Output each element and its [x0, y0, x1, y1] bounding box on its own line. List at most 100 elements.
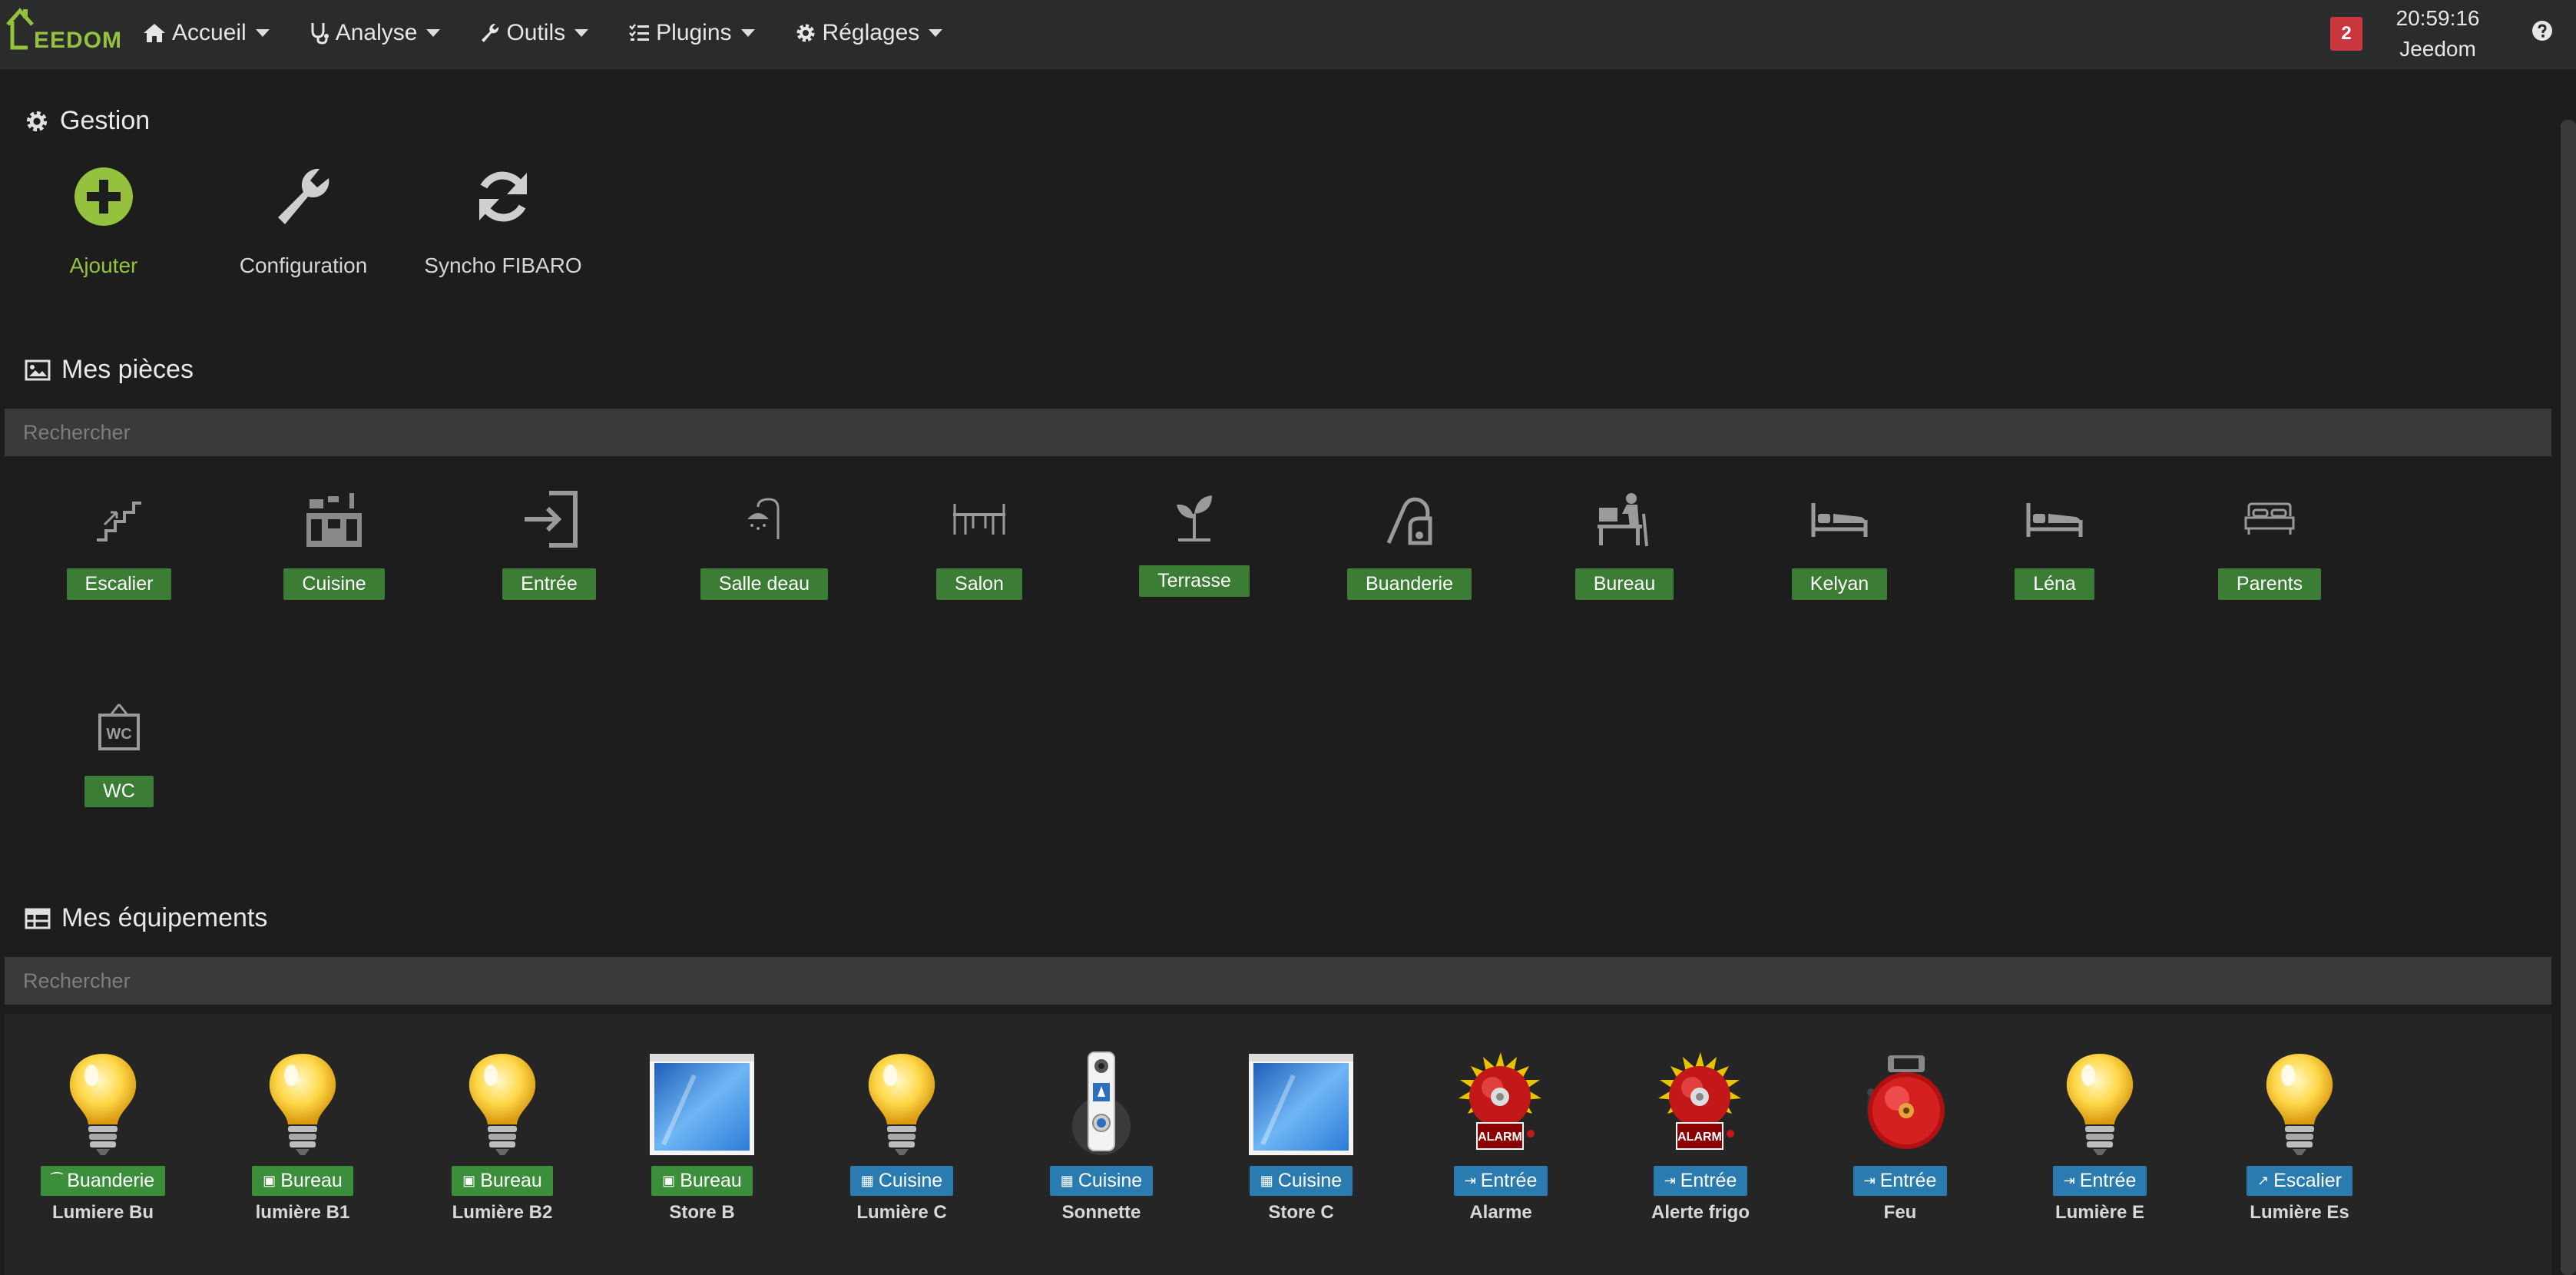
- navbar: EEDOM Accueil Analyse Outils Plugins Rég…: [0, 0, 2576, 69]
- equipment-room-tag[interactable]: ▣ Bureau: [252, 1166, 353, 1196]
- table-grid-icon: [25, 908, 51, 929]
- equipment-room-tag[interactable]: ▣ Bureau: [452, 1166, 553, 1196]
- equipment-name: Sonnette: [1061, 1202, 1141, 1223]
- image-icon: [25, 359, 51, 380]
- equipment-card-feu[interactable]: ⇥ Entrée Feu: [1816, 1043, 1985, 1224]
- equipment-room-tag[interactable]: ⇥ Entrée: [2052, 1166, 2147, 1196]
- vacuum-icon: ⁀: [51, 1173, 63, 1188]
- equipment-room-label: Cuisine: [1277, 1170, 1343, 1191]
- main-menu: Accueil Analyse Outils Plugins Réglages: [143, 0, 982, 66]
- equipment-card-lumiere-es[interactable]: ↗ Escalier Lumière Es: [2215, 1043, 2384, 1224]
- equipment-card-store-b[interactable]: ▣ Bureau Store B: [618, 1043, 786, 1224]
- menu-reglages[interactable]: Réglages: [795, 20, 943, 46]
- equipment-room-tag[interactable]: ▦ Cuisine: [1249, 1166, 1353, 1196]
- equipment-card-lumiere-c[interactable]: ▦ Cuisine Lumière C: [817, 1043, 986, 1224]
- room-label: WC: [84, 776, 154, 807]
- chevron-down-icon: [426, 29, 441, 37]
- equipment-card-lumiere-e[interactable]: ⇥ Entrée Lumière E: [2015, 1043, 2184, 1224]
- room-kelyan[interactable]: Kelyan: [1763, 481, 1916, 600]
- room-buanderie[interactable]: Buanderie: [1333, 481, 1486, 600]
- room-cuisine[interactable]: Cuisine: [257, 481, 411, 600]
- equipments-search-input[interactable]: [5, 957, 2551, 1005]
- room-escalier[interactable]: Escalier: [42, 481, 196, 600]
- clock-time: 20:59:16: [2396, 6, 2480, 30]
- equipment-card-alarme[interactable]: ALARM ⇥ Entrée Alarme: [1416, 1043, 1585, 1224]
- equipment-room-tag[interactable]: ⇥ Entrée: [1853, 1166, 1948, 1196]
- room-wc[interactable]: WC WC: [42, 688, 196, 807]
- menu-plugins[interactable]: Plugins: [628, 20, 755, 46]
- room-terrasse[interactable]: Terrasse: [1117, 478, 1271, 597]
- equipment-card-lumiere-bu[interactable]: ⁀ Buanderie Lumiere Bu: [18, 1043, 187, 1224]
- home-icon: [144, 24, 165, 42]
- sign-in-icon: ⇥: [1464, 1173, 1476, 1188]
- equipment-room-tag[interactable]: ⁀ Buanderie: [40, 1166, 166, 1196]
- room-lena[interactable]: Léna: [1978, 481, 2131, 600]
- light-bulb-icon: [469, 1054, 536, 1155]
- room-bureau[interactable]: Bureau: [1548, 481, 1701, 600]
- equipment-card-lumiere-b2[interactable]: ▣ Bureau Lumière B2: [418, 1043, 587, 1224]
- header-clock[interactable]: 20:59:16 Jeedom: [2392, 3, 2484, 65]
- add-button[interactable]: Ajouter: [15, 154, 192, 278]
- equipment-card-store-c[interactable]: ▦ Cuisine Store C: [1217, 1043, 1386, 1224]
- rooms-search-input[interactable]: [5, 409, 2551, 456]
- sync-fibaro-button[interactable]: Syncho FIBARO: [415, 154, 591, 278]
- stethoscope-icon: [311, 23, 329, 45]
- light-bulb-icon: [69, 1054, 137, 1155]
- refresh-icon: [479, 171, 527, 222]
- room-label: Salle deau: [700, 568, 829, 600]
- bed-icon: [1811, 503, 1868, 537]
- window-blind-icon: [1249, 1054, 1353, 1155]
- room-entree[interactable]: Entrée: [472, 481, 626, 600]
- equipment-room-tag[interactable]: ▦ Cuisine: [849, 1166, 954, 1196]
- room-parents[interactable]: Parents: [2193, 481, 2346, 600]
- room-salon[interactable]: Salon: [902, 481, 1056, 600]
- user-name: Jeedom: [2399, 37, 2476, 61]
- sign-in-icon: ⇥: [1863, 1173, 1876, 1188]
- stairs-icon: [97, 502, 141, 541]
- notification-badge[interactable]: 2: [2330, 17, 2362, 51]
- configuration-button[interactable]: Configuration: [215, 154, 392, 278]
- configuration-label: Configuration: [239, 253, 368, 277]
- equipment-name: Lumière B2: [452, 1202, 553, 1223]
- chevron-down-icon: [255, 29, 270, 37]
- rooms-title: Mes pièces: [25, 355, 194, 385]
- room-label: Kelyan: [1791, 568, 1888, 600]
- menu-accueil[interactable]: Accueil: [143, 20, 270, 46]
- equipment-card-alerte-frigo[interactable]: ALARM ⇥ Entrée Alerte frigo: [1616, 1043, 1785, 1224]
- sign-in-icon: [525, 491, 578, 548]
- equipment-card-sonnette[interactable]: ▦ Cuisine Sonnette: [1017, 1043, 1186, 1224]
- help-icon[interactable]: [2531, 20, 2553, 41]
- equipment-image: [1217, 1043, 1386, 1157]
- equipment-image: [418, 1043, 587, 1157]
- room-label: Léna: [2015, 568, 2094, 600]
- equipment-name: Store B: [669, 1202, 735, 1223]
- kitchen-icon: ▦: [1060, 1173, 1074, 1188]
- equipment-name: Feu: [1883, 1202, 1917, 1223]
- equipment-image: [18, 1043, 187, 1157]
- equipment-room-tag[interactable]: ⇥ Entrée: [1653, 1166, 1748, 1196]
- equipment-room-tag[interactable]: ▦ Cuisine: [1049, 1166, 1154, 1196]
- plant-icon: [1177, 495, 1212, 541]
- equipment-room-tag[interactable]: ▣ Bureau: [651, 1166, 753, 1196]
- menu-accueil-label: Accueil: [172, 20, 247, 45]
- equipment-image: [1017, 1043, 1186, 1157]
- alarm-bell-icon: ALARM: [1658, 1052, 1741, 1150]
- equipment-room-tag[interactable]: ⇥ Entrée: [1453, 1166, 1548, 1196]
- equipment-image: ALARM: [1616, 1043, 1785, 1157]
- menu-outils[interactable]: Outils: [480, 20, 589, 46]
- jeedom-logo[interactable]: EEDOM: [5, 5, 121, 58]
- page-scrollbar[interactable]: [2561, 120, 2576, 1275]
- equipment-image: ALARM: [1416, 1043, 1585, 1157]
- equipment-name: Lumière C: [856, 1202, 947, 1223]
- equipment-room-label: Entrée: [1480, 1170, 1538, 1191]
- vacuum-icon: [1386, 497, 1432, 545]
- light-bulb-icon: [868, 1054, 935, 1155]
- kitchen-icon: ▦: [1260, 1173, 1273, 1188]
- equipments-title-text: Mes équipements: [61, 903, 268, 932]
- menu-analyse[interactable]: Analyse: [310, 20, 441, 46]
- equipment-room-label: Bureau: [680, 1170, 742, 1191]
- equipment-card-lumiere-b1[interactable]: ▣ Bureau lumière B1: [218, 1043, 387, 1224]
- room-salle-deau[interactable]: Salle deau: [687, 481, 841, 600]
- equipment-room-tag[interactable]: ↗ Escalier: [2246, 1166, 2353, 1196]
- equipment-room-label: Entrée: [1879, 1170, 1937, 1191]
